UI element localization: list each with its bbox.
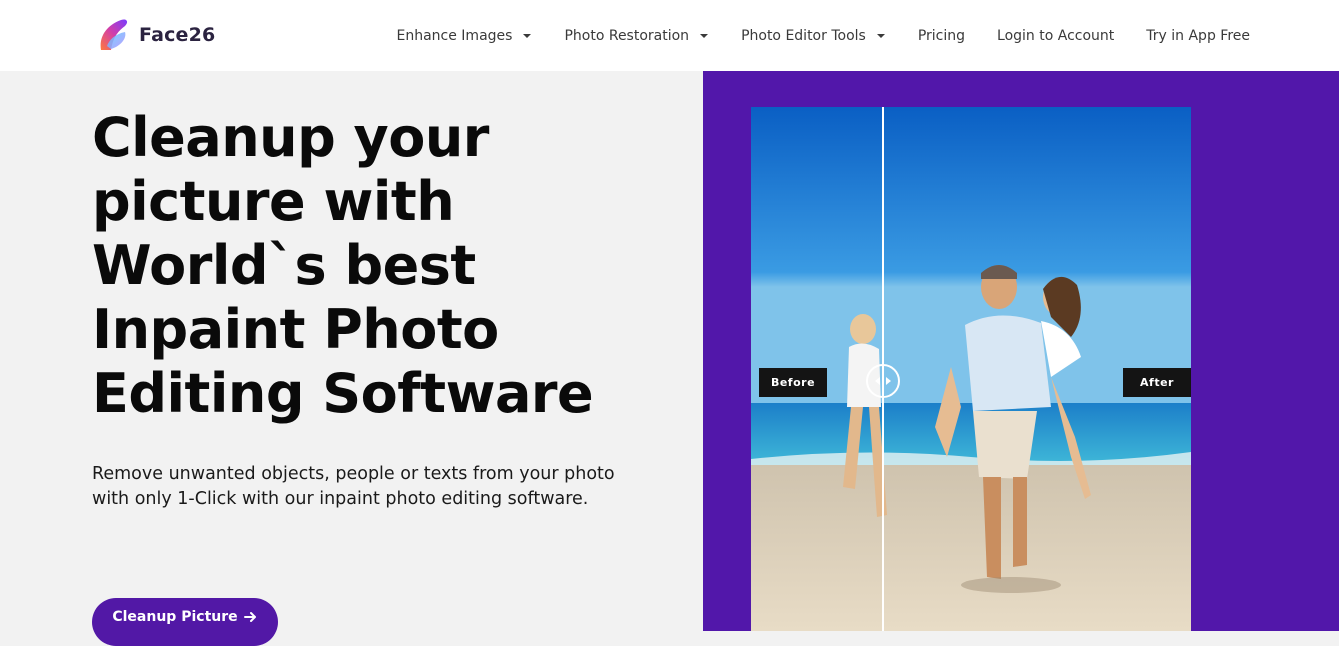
cta-label: Cleanup Picture bbox=[112, 609, 238, 625]
nav-enhance-images[interactable]: Enhance Images bbox=[397, 28, 533, 44]
hero-title-line: Editing Software bbox=[92, 362, 594, 425]
caret-down-icon bbox=[523, 33, 532, 38]
main-nav: Enhance Images Photo Restoration Photo E… bbox=[365, 0, 1251, 71]
nav-pricing[interactable]: Pricing bbox=[918, 28, 965, 44]
brand-name: Face26 bbox=[139, 24, 216, 46]
hero-title-line: Inpaint Photo bbox=[92, 298, 499, 361]
caret-down-icon bbox=[876, 33, 885, 38]
nav-photo-restoration[interactable]: Photo Restoration bbox=[564, 28, 709, 44]
nav-photo-editor-tools[interactable]: Photo Editor Tools bbox=[741, 28, 886, 44]
brand-logo[interactable]: Face26 bbox=[93, 16, 215, 54]
nav-label: Photo Editor Tools bbox=[741, 27, 866, 44]
nav-label: Login to Account bbox=[997, 27, 1115, 44]
arrow-right-icon bbox=[243, 612, 256, 622]
nav-label: Pricing bbox=[917, 27, 966, 44]
before-label: Before bbox=[759, 368, 827, 397]
hero-subtitle: Remove unwanted objects, people or texts… bbox=[92, 464, 615, 509]
nav-label: Photo Restoration bbox=[564, 27, 690, 44]
hero-title-line: picture with bbox=[92, 170, 455, 233]
face26-logo-icon bbox=[100, 19, 128, 50]
nav-label: Try in App Free bbox=[1146, 27, 1250, 44]
after-label: After bbox=[1123, 368, 1191, 397]
nav-label: Enhance Images bbox=[396, 27, 513, 44]
hero-title-line: Cleanup your bbox=[92, 106, 489, 169]
slider-handle[interactable] bbox=[866, 364, 900, 398]
cleanup-picture-button[interactable]: Cleanup Picture bbox=[92, 598, 278, 646]
nav-try-app-free[interactable]: Try in App Free bbox=[1146, 28, 1250, 44]
nav-login[interactable]: Login to Account bbox=[997, 28, 1114, 44]
site-header: Face26 Enhance Images Photo Restoration … bbox=[0, 0, 1339, 71]
hero-title-line: World`s best bbox=[92, 234, 476, 297]
slider-handle-icon bbox=[875, 377, 891, 385]
caret-down-icon bbox=[700, 33, 709, 38]
hero-title: Cleanup your picture with World`s best I… bbox=[92, 106, 652, 426]
